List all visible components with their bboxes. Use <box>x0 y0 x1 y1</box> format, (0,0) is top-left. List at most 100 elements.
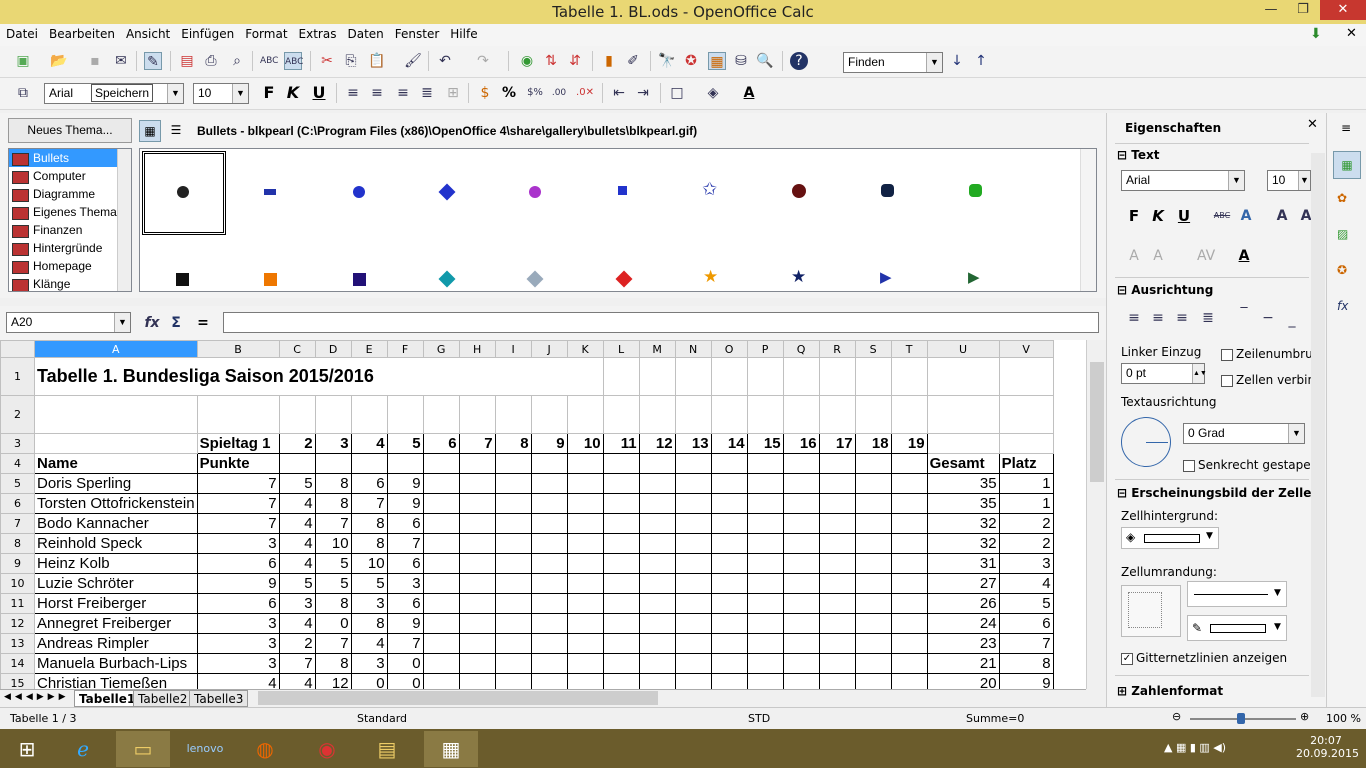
align-top-icon[interactable]: ‾ <box>1235 305 1253 323</box>
cell[interactable] <box>530 613 568 634</box>
score-cell[interactable]: 3 <box>196 613 280 634</box>
chevron-down-icon[interactable]: ▼ <box>1298 171 1310 190</box>
bullet-teal-diamond-icon[interactable] <box>438 270 456 288</box>
sidebar-align-left-icon[interactable]: ≡ <box>1125 309 1143 327</box>
score-cell[interactable]: 7 <box>386 533 424 554</box>
cell[interactable] <box>638 513 676 534</box>
cell[interactable] <box>782 357 820 396</box>
score-cell[interactable]: 5 <box>314 573 352 594</box>
score-cell[interactable]: 10 <box>314 533 352 554</box>
column-header-i[interactable]: I <box>494 340 532 358</box>
sort-descending-icon[interactable]: ⇵ <box>566 52 584 70</box>
spieltag-number[interactable]: 15 <box>746 433 784 454</box>
cell[interactable] <box>530 673 568 689</box>
cell[interactable] <box>782 613 820 634</box>
cell[interactable] <box>890 553 928 574</box>
zoom-icon[interactable]: 🔍 <box>756 52 774 70</box>
cell[interactable] <box>890 633 928 654</box>
cell[interactable] <box>602 613 640 634</box>
row-header[interactable]: 13 <box>0 633 35 654</box>
cell[interactable] <box>602 533 640 554</box>
cell[interactable] <box>566 653 604 674</box>
cell[interactable] <box>818 395 856 434</box>
cell[interactable] <box>602 653 640 674</box>
cell[interactable] <box>746 593 784 614</box>
spieltag-number[interactable]: 5 <box>386 433 424 454</box>
platz-cell[interactable]: 4 <box>998 573 1054 594</box>
cell[interactable] <box>602 357 640 396</box>
sidebar-align-center-icon[interactable]: ≡ <box>1149 309 1167 327</box>
cell[interactable] <box>530 513 568 534</box>
sidebar-bold-icon[interactable]: F <box>1125 207 1143 225</box>
player-name[interactable]: Luzie Schröter <box>34 573 198 594</box>
firefox-icon[interactable]: ◍ <box>238 731 292 767</box>
underline-icon[interactable]: U <box>310 84 328 102</box>
cell[interactable] <box>422 593 460 614</box>
cell[interactable] <box>890 395 928 434</box>
score-cell[interactable]: 8 <box>350 613 388 634</box>
outline-icon[interactable]: A <box>1125 247 1143 265</box>
column-header-j[interactable]: J <box>530 340 568 358</box>
menu-extras[interactable]: Extras <box>293 24 342 41</box>
spieltag-number[interactable]: 19 <box>890 433 928 454</box>
cell[interactable] <box>746 493 784 514</box>
row-header[interactable]: 10 <box>0 573 35 594</box>
save-icon[interactable]: ▪ <box>86 52 104 70</box>
cell[interactable] <box>746 673 784 689</box>
line-style-button[interactable]: ▼ <box>1187 581 1287 607</box>
paste-icon[interactable]: 📋 <box>368 52 386 70</box>
minimize-button[interactable]: — <box>1258 0 1284 20</box>
cell[interactable] <box>494 633 532 654</box>
cell[interactable] <box>710 653 748 674</box>
cell[interactable] <box>458 473 496 494</box>
undo-icon[interactable]: ↶ <box>436 52 454 70</box>
cell[interactable] <box>530 573 568 594</box>
cell[interactable] <box>710 553 748 574</box>
cell[interactable] <box>890 533 928 554</box>
cell[interactable] <box>854 673 892 689</box>
spieltag-number[interactable]: 10 <box>566 433 604 454</box>
cell[interactable] <box>818 493 856 514</box>
cell[interactable] <box>638 633 676 654</box>
merge-cells-icon[interactable]: ⊞ <box>444 84 462 102</box>
bullet-violet-pearl-icon[interactable] <box>529 186 541 198</box>
platz-cell[interactable]: 9 <box>998 673 1054 689</box>
spieltag-number[interactable]: 12 <box>638 433 676 454</box>
gallery-scrollbar[interactable] <box>1080 149 1096 291</box>
spieltag-header[interactable]: Spieltag 1 <box>196 433 280 454</box>
file-explorer-icon[interactable]: ▭ <box>116 731 170 767</box>
cell[interactable] <box>566 473 604 494</box>
score-cell[interactable]: 4 <box>350 633 388 654</box>
cell[interactable] <box>818 613 856 634</box>
cell[interactable] <box>602 453 640 474</box>
spieltag-number[interactable]: 4 <box>350 433 388 454</box>
row-header[interactable]: 5 <box>0 473 35 494</box>
cell[interactable] <box>854 593 892 614</box>
column-header-k[interactable]: K <box>566 340 604 358</box>
bullet-black-square-icon[interactable] <box>176 273 189 286</box>
cell[interactable] <box>602 395 640 434</box>
cell[interactable] <box>854 613 892 634</box>
border-color-button[interactable]: ✎ ▼ <box>1187 615 1287 641</box>
score-cell[interactable]: 8 <box>314 593 352 614</box>
score-cell[interactable]: 0 <box>386 673 424 689</box>
font-color-icon[interactable]: A <box>740 84 758 102</box>
cell[interactable] <box>854 357 892 396</box>
cell[interactable] <box>422 395 460 434</box>
bullet-blue-cube-icon[interactable] <box>618 186 627 195</box>
player-name[interactable]: Manuela Burbach-Lips <box>34 653 198 674</box>
cell[interactable] <box>566 613 604 634</box>
cell[interactable] <box>602 573 640 594</box>
bullet-navy-icon[interactable] <box>881 184 894 197</box>
edit-file-icon[interactable]: ✎ <box>144 52 162 70</box>
percent-icon[interactable]: % <box>500 84 518 102</box>
column-header-t[interactable]: T <box>890 340 928 358</box>
spieltag-number[interactable]: 3 <box>314 433 352 454</box>
cell[interactable] <box>890 453 928 474</box>
bullet-red-diamond-icon[interactable] <box>615 270 633 288</box>
bullet-green-triangle-icon[interactable]: ▶ <box>968 268 980 286</box>
score-cell[interactable]: 0 <box>350 673 388 689</box>
row-header[interactable]: 4 <box>0 453 35 474</box>
detail-view-icon[interactable]: ☰ <box>165 120 187 142</box>
cell[interactable] <box>854 453 892 474</box>
